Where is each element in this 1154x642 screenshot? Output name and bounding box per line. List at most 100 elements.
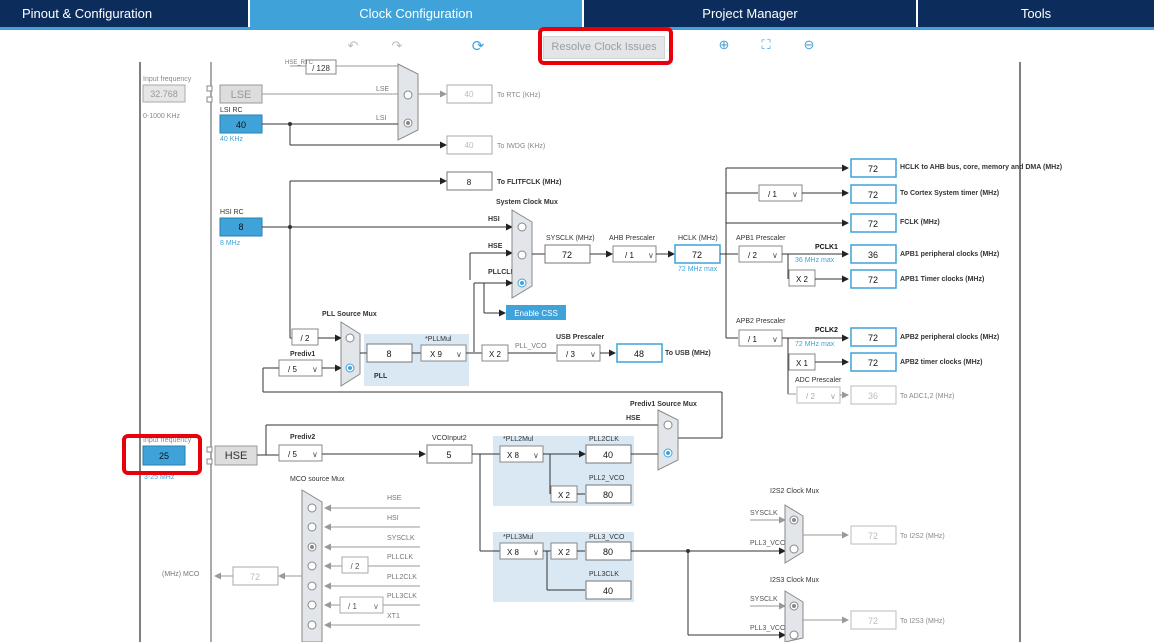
sysclk-label: SYSCLK (MHz) (546, 235, 595, 242)
svg-text:X 2: X 2 (796, 275, 809, 284)
sysclk-mux-title: System Clock Mux (496, 199, 558, 206)
svg-text:X 2: X 2 (558, 548, 571, 557)
pll-label: PLL (374, 373, 388, 380)
prediv1-source-mux-title: Prediv1 Source Mux (630, 401, 697, 408)
adc-out-label: To ADC1,2 (MHz) (900, 393, 954, 400)
svg-text:8: 8 (238, 222, 243, 232)
chevron-down-icon: ∨ (373, 602, 379, 611)
svg-text:X 2: X 2 (489, 350, 502, 359)
chevron-down-icon: ∨ (590, 350, 596, 359)
pllmul-label: *PLLMul (425, 336, 452, 343)
hsi-title: HSI RC (220, 209, 244, 216)
pll-source-mux-title: PLL Source Mux (322, 311, 377, 318)
mco-pllclk-label: PLLCLK (387, 554, 413, 561)
pll-source-mux[interactable] (340, 321, 361, 387)
prediv2-label: Prediv2 (290, 434, 315, 441)
svg-text:36: 36 (868, 250, 878, 260)
svg-text:/ 2: / 2 (351, 562, 360, 571)
pll-vco-label: PLL_VCO (515, 343, 547, 350)
lsi-line-label: LSI (376, 115, 387, 122)
svg-text:5: 5 (446, 450, 451, 460)
pclk1-label: PCLK1 (815, 244, 838, 251)
svg-text:/ 1: / 1 (748, 335, 757, 344)
svg-text:72: 72 (868, 275, 878, 285)
svg-text:HSE: HSE (225, 450, 248, 462)
lsi-title: LSI RC (220, 107, 243, 114)
svg-text:/ 5: / 5 (288, 450, 297, 459)
lsi-unit: 40 KHz (220, 136, 243, 143)
prediv1-hse-label: HSE (626, 415, 641, 422)
svg-text:/ 128: / 128 (312, 64, 330, 73)
svg-text:8: 8 (467, 178, 472, 187)
sysmux-hse-label: HSE (488, 243, 503, 250)
ahb-prescaler-label: AHB Prescaler (609, 235, 656, 242)
lse-line-label: LSE (376, 86, 390, 93)
hclk-max: 72 MHz max (678, 266, 718, 273)
svg-text:/ 1: / 1 (625, 251, 634, 260)
svg-text:72: 72 (868, 616, 878, 626)
rtc-label: To RTC (KHz) (497, 92, 540, 99)
mco-out-label: (MHz) MCO (162, 571, 200, 578)
mco-hsi-label: HSI (387, 515, 399, 522)
chevron-down-icon: ∨ (312, 365, 318, 374)
pclk2-label: PCLK2 (815, 327, 838, 334)
svg-text:40: 40 (603, 586, 613, 596)
chevron-down-icon: ∨ (792, 190, 798, 199)
hse-range: 3-25 MHz (144, 474, 175, 481)
apb1-timer-label: APB1 Timer clocks (MHz) (900, 276, 984, 283)
mco-sysclk-label: SYSCLK (387, 535, 415, 542)
hsi-unit: 8 MHz (220, 240, 241, 247)
chevron-down-icon: ∨ (533, 548, 539, 557)
svg-text:/ 2: / 2 (748, 251, 757, 260)
svg-text:/ 3: / 3 (566, 350, 575, 359)
hclk-label: HCLK (MHz) (678, 235, 718, 242)
svg-text:25: 25 (159, 451, 169, 461)
chevron-down-icon: ∨ (648, 251, 654, 260)
svg-text:80: 80 (603, 547, 613, 557)
pclk1-max: 36 MHz max (795, 257, 835, 264)
i2s3-label: To I2S3 (MHz) (900, 618, 945, 625)
i2s3-pll3vco-label: PLL3_VCO (750, 625, 786, 632)
prediv1-label: Prediv1 (290, 351, 315, 358)
svg-text:X 9: X 9 (430, 350, 443, 359)
svg-text:X 8: X 8 (507, 548, 520, 557)
svg-text:36: 36 (868, 391, 878, 401)
rtc-mux[interactable] (397, 63, 419, 141)
chevron-down-icon: ∨ (456, 350, 462, 359)
svg-text:80: 80 (603, 490, 613, 500)
pll3mul-label: *PLL3Mul (503, 534, 534, 541)
apb2-prescaler-label: APB2 Prescaler (736, 318, 786, 325)
svg-text:72: 72 (868, 358, 878, 368)
pll2clk-label: PLL2CLK (589, 436, 619, 443)
svg-text:48: 48 (634, 349, 644, 359)
apb2-periph-label: APB2 peripheral clocks (MHz) (900, 334, 999, 341)
fclk-label: FCLK (MHz) (900, 219, 940, 226)
adc-prescaler-label: ADC Prescaler (795, 377, 842, 384)
iwdg-label: To IWDG (KHz) (497, 143, 545, 150)
svg-text:/ 1: / 1 (768, 190, 777, 199)
svg-text:72: 72 (562, 250, 572, 260)
svg-text:Enable CSS: Enable CSS (514, 309, 558, 318)
hse-freq-label: Input frequency (143, 437, 192, 444)
flitfclk-label: To FLITFCLK (MHz) (497, 179, 561, 186)
i2s2-sysclk-label: SYSCLK (750, 510, 778, 517)
hclk-ahb-label: HCLK to AHB bus, core, memory and DMA (M… (900, 164, 1062, 171)
i2s2-label: To I2S2 (MHz) (900, 533, 945, 540)
sysmux-hsi-label: HSI (488, 216, 500, 223)
i2s2-clock-mux[interactable] (784, 504, 804, 564)
svg-text:X 8: X 8 (507, 451, 520, 460)
i2s2-mux-title: I2S2 Clock Mux (770, 488, 820, 495)
i2s2-pll3vco-label: PLL3_VCO (750, 540, 786, 547)
svg-text:72: 72 (868, 164, 878, 174)
mco-source-mux-title: MCO source Mux (290, 476, 345, 483)
svg-text:72: 72 (868, 190, 878, 200)
lse-freq-value: 32.768 (150, 89, 178, 99)
svg-text:72: 72 (868, 531, 878, 541)
svg-text:/ 2: / 2 (301, 334, 310, 343)
svg-text:/ 2: / 2 (806, 392, 815, 401)
pll2mul-label: *PLL2Mul (503, 436, 534, 443)
prediv1-source-mux[interactable] (657, 409, 679, 471)
lse-freq-label: Input frequency (143, 76, 192, 83)
svg-text:40: 40 (465, 90, 474, 99)
apb1-prescaler-label: APB1 Prescaler (736, 235, 786, 242)
